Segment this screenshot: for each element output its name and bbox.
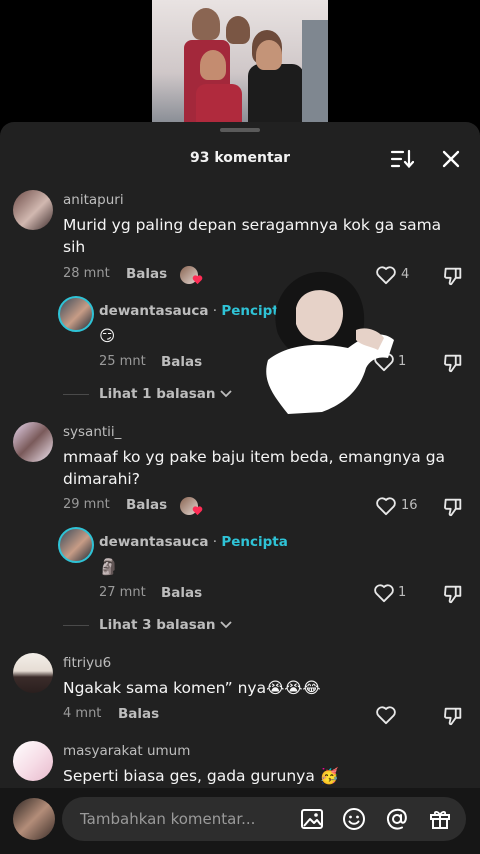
divider xyxy=(63,625,89,626)
reply-button[interactable]: Balas xyxy=(126,497,167,513)
comment-username[interactable]: anitapuri xyxy=(63,192,124,208)
close-icon[interactable] xyxy=(440,148,462,170)
sort-icon[interactable] xyxy=(389,148,415,170)
emoji-icon[interactable] xyxy=(341,806,367,832)
dislike-icon[interactable] xyxy=(441,495,465,519)
dislike-icon[interactable] xyxy=(441,704,465,728)
mention-icon[interactable] xyxy=(384,806,410,832)
reply-button[interactable]: Balas xyxy=(161,585,202,601)
view-replies-label[interactable]: Lihat 3 balasan xyxy=(99,617,215,633)
reply-avatar[interactable] xyxy=(58,296,94,332)
creator-heart-icon xyxy=(192,274,203,285)
reply-text: 😏 xyxy=(99,327,116,345)
like-count: 1 xyxy=(398,354,407,369)
view-replies-label[interactable]: Lihat 1 balasan xyxy=(99,386,215,402)
video-thumbnail[interactable] xyxy=(152,0,328,122)
creator-badge: Pencipta xyxy=(221,534,288,550)
reply-button[interactable]: Balas xyxy=(161,354,202,370)
my-avatar[interactable] xyxy=(13,798,55,840)
comment-input-placeholder[interactable]: Tambahkan komentar... xyxy=(80,810,255,828)
like-count: 1 xyxy=(398,585,407,600)
reply-button[interactable]: Balas xyxy=(126,266,167,282)
avatar[interactable] xyxy=(13,190,53,230)
creator-heart-icon xyxy=(192,505,203,516)
comment-text: Seperti biasa ges, gada gurunya 🥳 xyxy=(63,767,340,785)
comment-time: 29 mnt xyxy=(63,497,110,512)
heart-icon[interactable] xyxy=(374,495,398,517)
reply-button[interactable]: Balas xyxy=(118,706,159,722)
drag-handle[interactable] xyxy=(220,128,260,132)
avatar[interactable] xyxy=(13,741,53,781)
heart-icon[interactable] xyxy=(374,704,398,726)
comment-text: mmaaf ko yg pake baju item beda, emangny… xyxy=(63,448,446,488)
gift-icon[interactable] xyxy=(427,806,453,832)
chevron-down-icon xyxy=(220,617,232,633)
comment-username[interactable]: masyarakat umum xyxy=(63,743,190,759)
like-count: 4 xyxy=(401,267,410,282)
reply-time: 27 mnt xyxy=(99,585,146,600)
comment-username[interactable]: fitriyu6 xyxy=(63,655,111,671)
avatar[interactable] xyxy=(13,653,53,693)
chevron-down-icon xyxy=(220,386,232,402)
avatar[interactable] xyxy=(13,422,53,462)
reply-username[interactable]: dewantasauca · Pencipta xyxy=(99,534,288,550)
divider xyxy=(63,394,89,395)
comment-text: Murid yg paling depan seragamnya kok ga … xyxy=(63,216,442,256)
reply-time: 25 mnt xyxy=(99,354,146,369)
comment-time: 28 mnt xyxy=(63,266,110,281)
reply-text: 🗿 xyxy=(99,558,119,576)
view-replies-button[interactable]: Lihat 1 balasan xyxy=(99,386,232,402)
image-icon[interactable] xyxy=(299,806,325,832)
dislike-icon[interactable] xyxy=(441,582,465,606)
reply-username-text[interactable]: dewantasauca xyxy=(99,534,208,550)
like-count: 16 xyxy=(401,498,418,513)
heart-icon[interactable] xyxy=(372,582,396,604)
comment-text: Ngakak sama komen” nya😭😭😂 xyxy=(63,679,321,697)
reply-avatar[interactable] xyxy=(58,527,94,563)
dislike-icon[interactable] xyxy=(441,351,465,375)
comment-time: 4 mnt xyxy=(63,706,102,721)
comment-username[interactable]: sysantii_ xyxy=(63,424,121,440)
reaction-sticker xyxy=(248,264,396,414)
dislike-icon[interactable] xyxy=(441,264,465,288)
reply-username-text[interactable]: dewantasauca xyxy=(99,303,208,319)
view-replies-button[interactable]: Lihat 3 balasan xyxy=(99,617,232,633)
